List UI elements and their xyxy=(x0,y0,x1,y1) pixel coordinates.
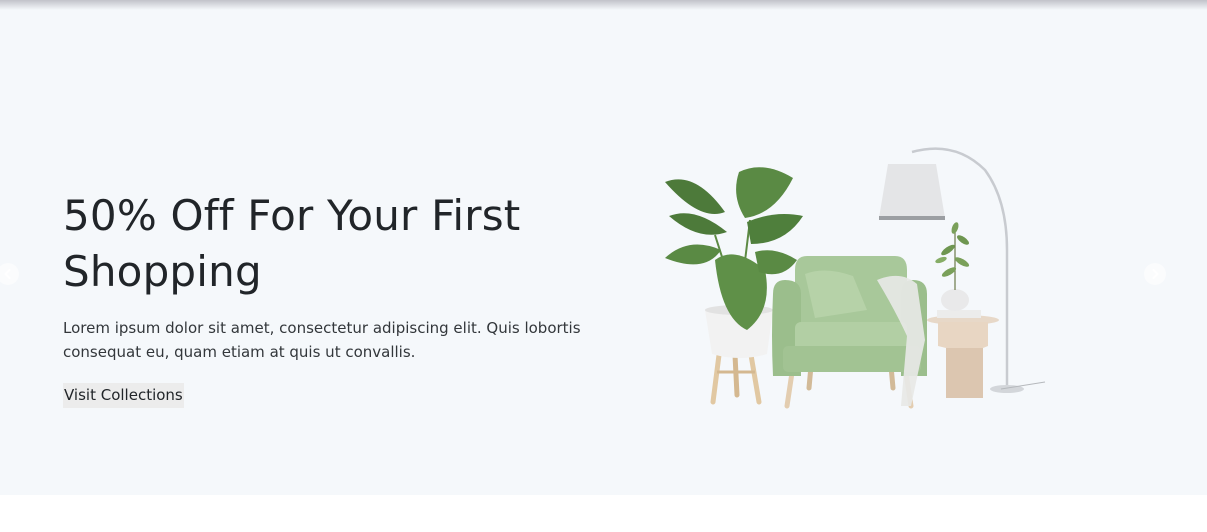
carousel-next-button[interactable] xyxy=(1144,263,1166,285)
vase-plant xyxy=(935,222,970,311)
visit-collections-button[interactable]: Visit Collections xyxy=(63,383,184,408)
carousel-prev-button[interactable] xyxy=(0,263,19,285)
armchair xyxy=(772,256,927,409)
page-bottom-strip xyxy=(0,495,1207,532)
side-table xyxy=(927,310,999,398)
hero-headline: 50% Off For Your First Shopping xyxy=(63,191,521,296)
hero-description: Lorem ipsum dolor sit amet, consectetur … xyxy=(63,319,581,361)
header-shadow xyxy=(0,0,1207,10)
chevron-right-icon xyxy=(1149,268,1161,280)
hero-banner: 50% Off For Your First Shopping Lorem ip… xyxy=(0,0,1207,495)
hero-furniture-image xyxy=(665,147,1046,409)
chevron-left-icon xyxy=(2,268,14,280)
